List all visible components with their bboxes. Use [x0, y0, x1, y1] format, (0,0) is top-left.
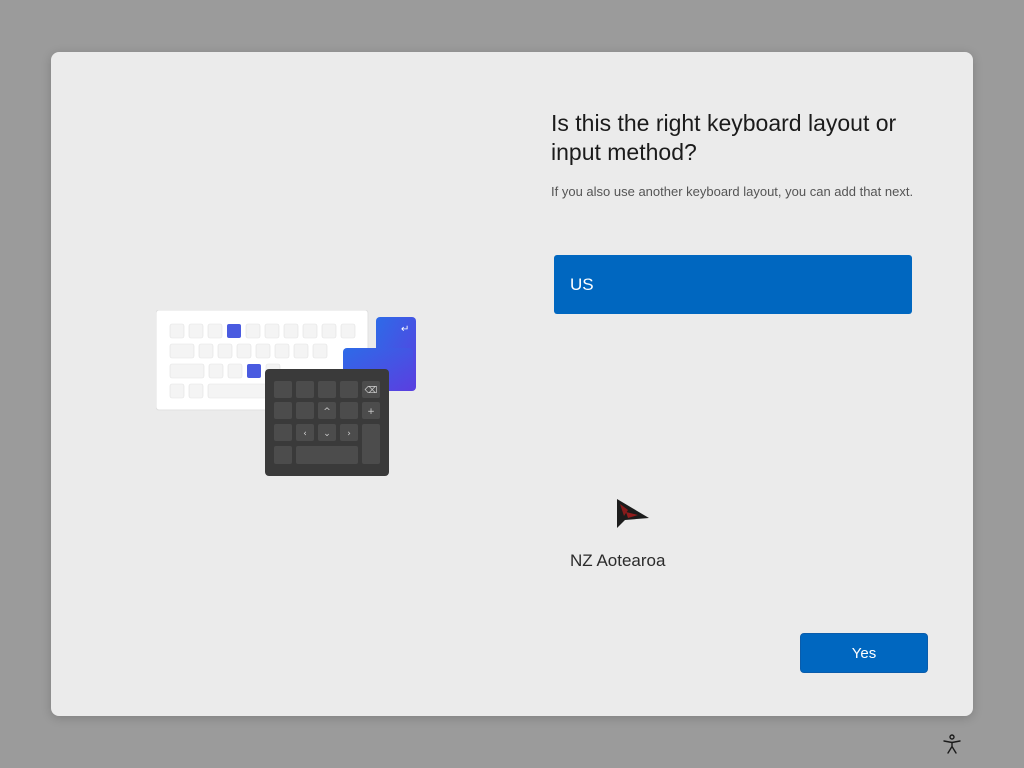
keyboard-illustration-icon: ↵ ⌫ + ^ ‹ ⌄ ›: [156, 310, 416, 476]
keyboard-layout-list: US: [554, 255, 912, 314]
layout-item-us[interactable]: US: [554, 255, 912, 314]
svg-text:›: ›: [347, 429, 351, 439]
page-subtitle: If you also use another keyboard layout,…: [551, 184, 914, 199]
page-title: Is this the right keyboard layout or inp…: [551, 110, 897, 165]
oobe-dialog: ↵ ⌫ + ^ ‹ ⌄ › Is this the right keyboard…: [51, 52, 973, 716]
svg-text:+: +: [367, 407, 375, 417]
svg-text:‹: ‹: [303, 429, 307, 439]
layout-item-nz-aotearoa[interactable]: NZ Aotearoa: [570, 551, 665, 571]
layout-item-label: US: [570, 274, 594, 294]
accessibility-icon[interactable]: [941, 733, 963, 755]
mouse-pointer-icon: [617, 499, 649, 528]
svg-text:⌄: ⌄: [323, 429, 331, 439]
svg-text:⌫: ⌫: [364, 386, 378, 396]
svg-text:^: ^: [323, 407, 331, 417]
yes-button[interactable]: Yes: [800, 633, 928, 673]
svg-text:↵: ↵: [401, 324, 409, 335]
